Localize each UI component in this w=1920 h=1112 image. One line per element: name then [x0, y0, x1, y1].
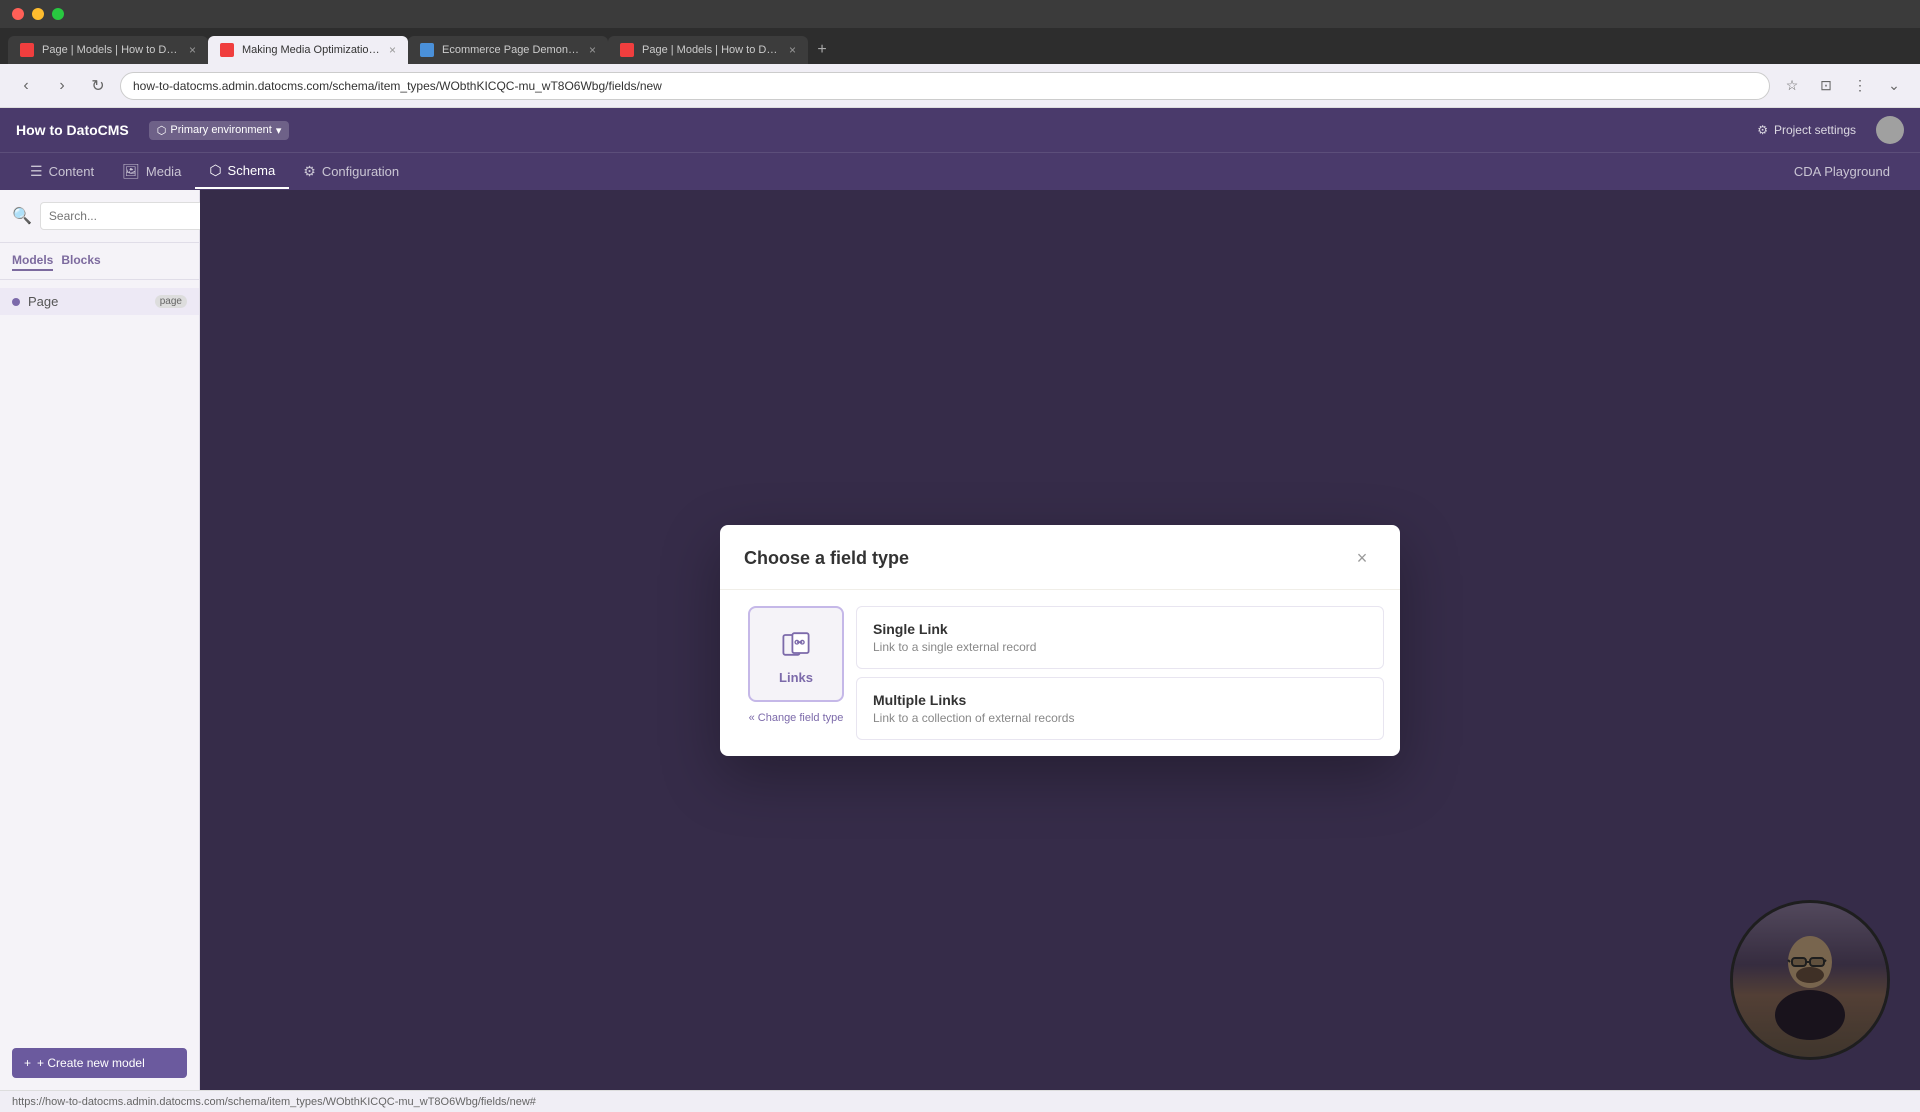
sidebar-tab-models[interactable]: Models	[12, 251, 53, 271]
schema-icon: ⬡	[209, 162, 221, 179]
environment-icon: ⬡	[157, 124, 167, 137]
environment-badge[interactable]: ⬡ Primary environment ▾	[149, 121, 290, 140]
nav-item-media[interactable]: 🖼 Media	[108, 155, 195, 188]
browser-toolbar: ‹ › ↻ how-to-datocms.admin.datocms.com/s…	[0, 64, 1920, 108]
status-url: https://how-to-datocms.admin.datocms.com…	[12, 1096, 536, 1108]
nav-media-label: Media	[146, 164, 181, 179]
nav-item-coa[interactable]: CDA Playground	[1780, 156, 1904, 187]
tab-favicon-2	[220, 43, 234, 57]
traffic-light-maximize[interactable]	[52, 8, 64, 20]
nav-item-schema[interactable]: ⬡ Schema	[195, 154, 289, 189]
field-type-modal: Choose a field type ×	[720, 525, 1400, 756]
nav-item-content[interactable]: ☰ Content	[16, 155, 108, 188]
modal-body: Links « Change field type Single Link Li…	[720, 590, 1400, 756]
content-area: Add some fields to this model! What kind…	[200, 190, 1920, 1090]
create-icon: +	[24, 1056, 31, 1070]
traffic-light-close[interactable]	[12, 8, 24, 20]
tab-close-4[interactable]: ×	[789, 43, 796, 57]
modal-overlay[interactable]: Choose a field type ×	[200, 190, 1920, 1090]
sidebar-tab-blocks[interactable]: Blocks	[61, 251, 100, 271]
menu-icon[interactable]: ⋮	[1846, 72, 1874, 100]
browser-titlebar	[0, 0, 1920, 28]
toolbar-actions: ☆ ⊡ ⋮ ⌄	[1778, 72, 1908, 100]
nav-content-label: Content	[49, 164, 95, 179]
create-new-model-button[interactable]: + + Create new model	[12, 1048, 187, 1078]
modal-close-button[interactable]: ×	[1348, 545, 1376, 573]
user-avatar[interactable]	[1876, 116, 1904, 144]
sidebar-item-page-badge: page	[155, 295, 187, 308]
main-layout: 🔍 ↻ Models Blocks Page page	[0, 190, 1920, 1090]
browser-tab-1[interactable]: Page | Models | How to Dato... ×	[8, 36, 208, 64]
app-logo: How to DatoCMS	[16, 122, 129, 138]
nav-item-configuration[interactable]: ⚙ Configuration	[289, 155, 413, 188]
settings-icon: ⚙	[1757, 123, 1768, 137]
content-icon: ☰	[30, 163, 43, 180]
forward-button[interactable]: ›	[48, 72, 76, 100]
sidebar: 🔍 ↻ Models Blocks Page page	[0, 190, 200, 1090]
settings-label: Project settings	[1774, 123, 1856, 137]
multiple-links-option[interactable]: Multiple Links Link to a collection of e…	[856, 677, 1384, 740]
browser-tab-2[interactable]: Making Media Optimization a... ×	[208, 36, 408, 64]
item-dot-page	[12, 298, 20, 306]
sidebar-footer: + + Create new model	[0, 1036, 199, 1090]
media-icon: 🖼	[122, 163, 140, 180]
new-tab-button[interactable]: +	[808, 36, 836, 64]
sidebar-item-page[interactable]: Page page	[0, 288, 199, 315]
sidebar-tabs: Models Blocks	[0, 243, 199, 280]
single-link-description: Link to a single external record	[873, 640, 1367, 654]
browser-tab-4[interactable]: Page | Models | How to Dato... ×	[608, 36, 808, 64]
tab-label-2: Making Media Optimization a...	[242, 44, 381, 56]
bookmark-icon[interactable]: ☆	[1778, 72, 1806, 100]
tab-label-3: Ecommerce Page Demonstrat...	[442, 44, 581, 56]
search-icon: 🔍	[12, 206, 32, 226]
link-options-panel: Single Link Link to a single external re…	[856, 606, 1384, 740]
single-link-title: Single Link	[873, 621, 1367, 637]
sidebar-search-bar: 🔍 ↻	[0, 190, 199, 243]
tab-favicon-3	[420, 43, 434, 57]
traffic-light-minimize[interactable]	[32, 8, 44, 20]
tab-close-1[interactable]: ×	[189, 43, 196, 57]
configuration-icon: ⚙	[303, 163, 316, 180]
tab-close-3[interactable]: ×	[589, 43, 596, 57]
project-settings-link[interactable]: ⚙ Project settings	[1757, 123, 1856, 137]
tab-favicon-4	[620, 43, 634, 57]
tab-favicon-1	[20, 43, 34, 57]
modal-title: Choose a field type	[744, 548, 909, 569]
links-type-icon	[774, 622, 818, 666]
tab-close-2[interactable]: ×	[389, 43, 396, 57]
create-btn-label: + Create new model	[37, 1056, 145, 1070]
extension-icon[interactable]: ⊡	[1812, 72, 1840, 100]
tab-label-1: Page | Models | How to Dato...	[42, 44, 181, 56]
address-bar-text: how-to-datocms.admin.datocms.com/schema/…	[133, 79, 662, 93]
change-field-type-link[interactable]: « Change field type	[749, 712, 844, 724]
app-nav: ☰ Content 🖼 Media ⬡ Schema ⚙ Configurati…	[0, 152, 1920, 190]
tab-label-4: Page | Models | How to Dato...	[642, 44, 781, 56]
single-link-option[interactable]: Single Link Link to a single external re…	[856, 606, 1384, 669]
browser-tab-3[interactable]: Ecommerce Page Demonstrat... ×	[408, 36, 608, 64]
sidebar-items-section: Page page	[0, 280, 199, 323]
modal-header: Choose a field type ×	[720, 525, 1400, 590]
nav-schema-label: Schema	[228, 163, 276, 178]
sidebar-search-input[interactable]	[40, 202, 213, 230]
reload-button[interactable]: ↻	[84, 72, 112, 100]
app-header: How to DatoCMS ⬡ Primary environment ▾ ⚙…	[0, 108, 1920, 152]
browser-tabs-bar: Page | Models | How to Dato... × Making …	[0, 28, 1920, 64]
environment-label: Primary environment	[170, 124, 271, 136]
links-type-card[interactable]: Links	[748, 606, 844, 702]
links-type-name: Links	[779, 670, 813, 685]
back-button[interactable]: ‹	[12, 72, 40, 100]
field-type-panel: Links « Change field type	[736, 606, 856, 740]
environment-chevron: ▾	[276, 124, 282, 137]
browser-frame: Page | Models | How to Dato... × Making …	[0, 0, 1920, 1112]
nav-configuration-label: Configuration	[322, 164, 399, 179]
sidebar-item-page-label: Page	[28, 294, 147, 309]
multiple-links-title: Multiple Links	[873, 692, 1367, 708]
multiple-links-description: Link to a collection of external records	[873, 711, 1367, 725]
address-bar[interactable]: how-to-datocms.admin.datocms.com/schema/…	[120, 72, 1770, 100]
coa-label: CDA Playground	[1794, 164, 1890, 179]
status-bar: https://how-to-datocms.admin.datocms.com…	[0, 1090, 1920, 1112]
app-content: How to DatoCMS ⬡ Primary environment ▾ ⚙…	[0, 108, 1920, 1112]
chevron-down-icon[interactable]: ⌄	[1880, 72, 1908, 100]
